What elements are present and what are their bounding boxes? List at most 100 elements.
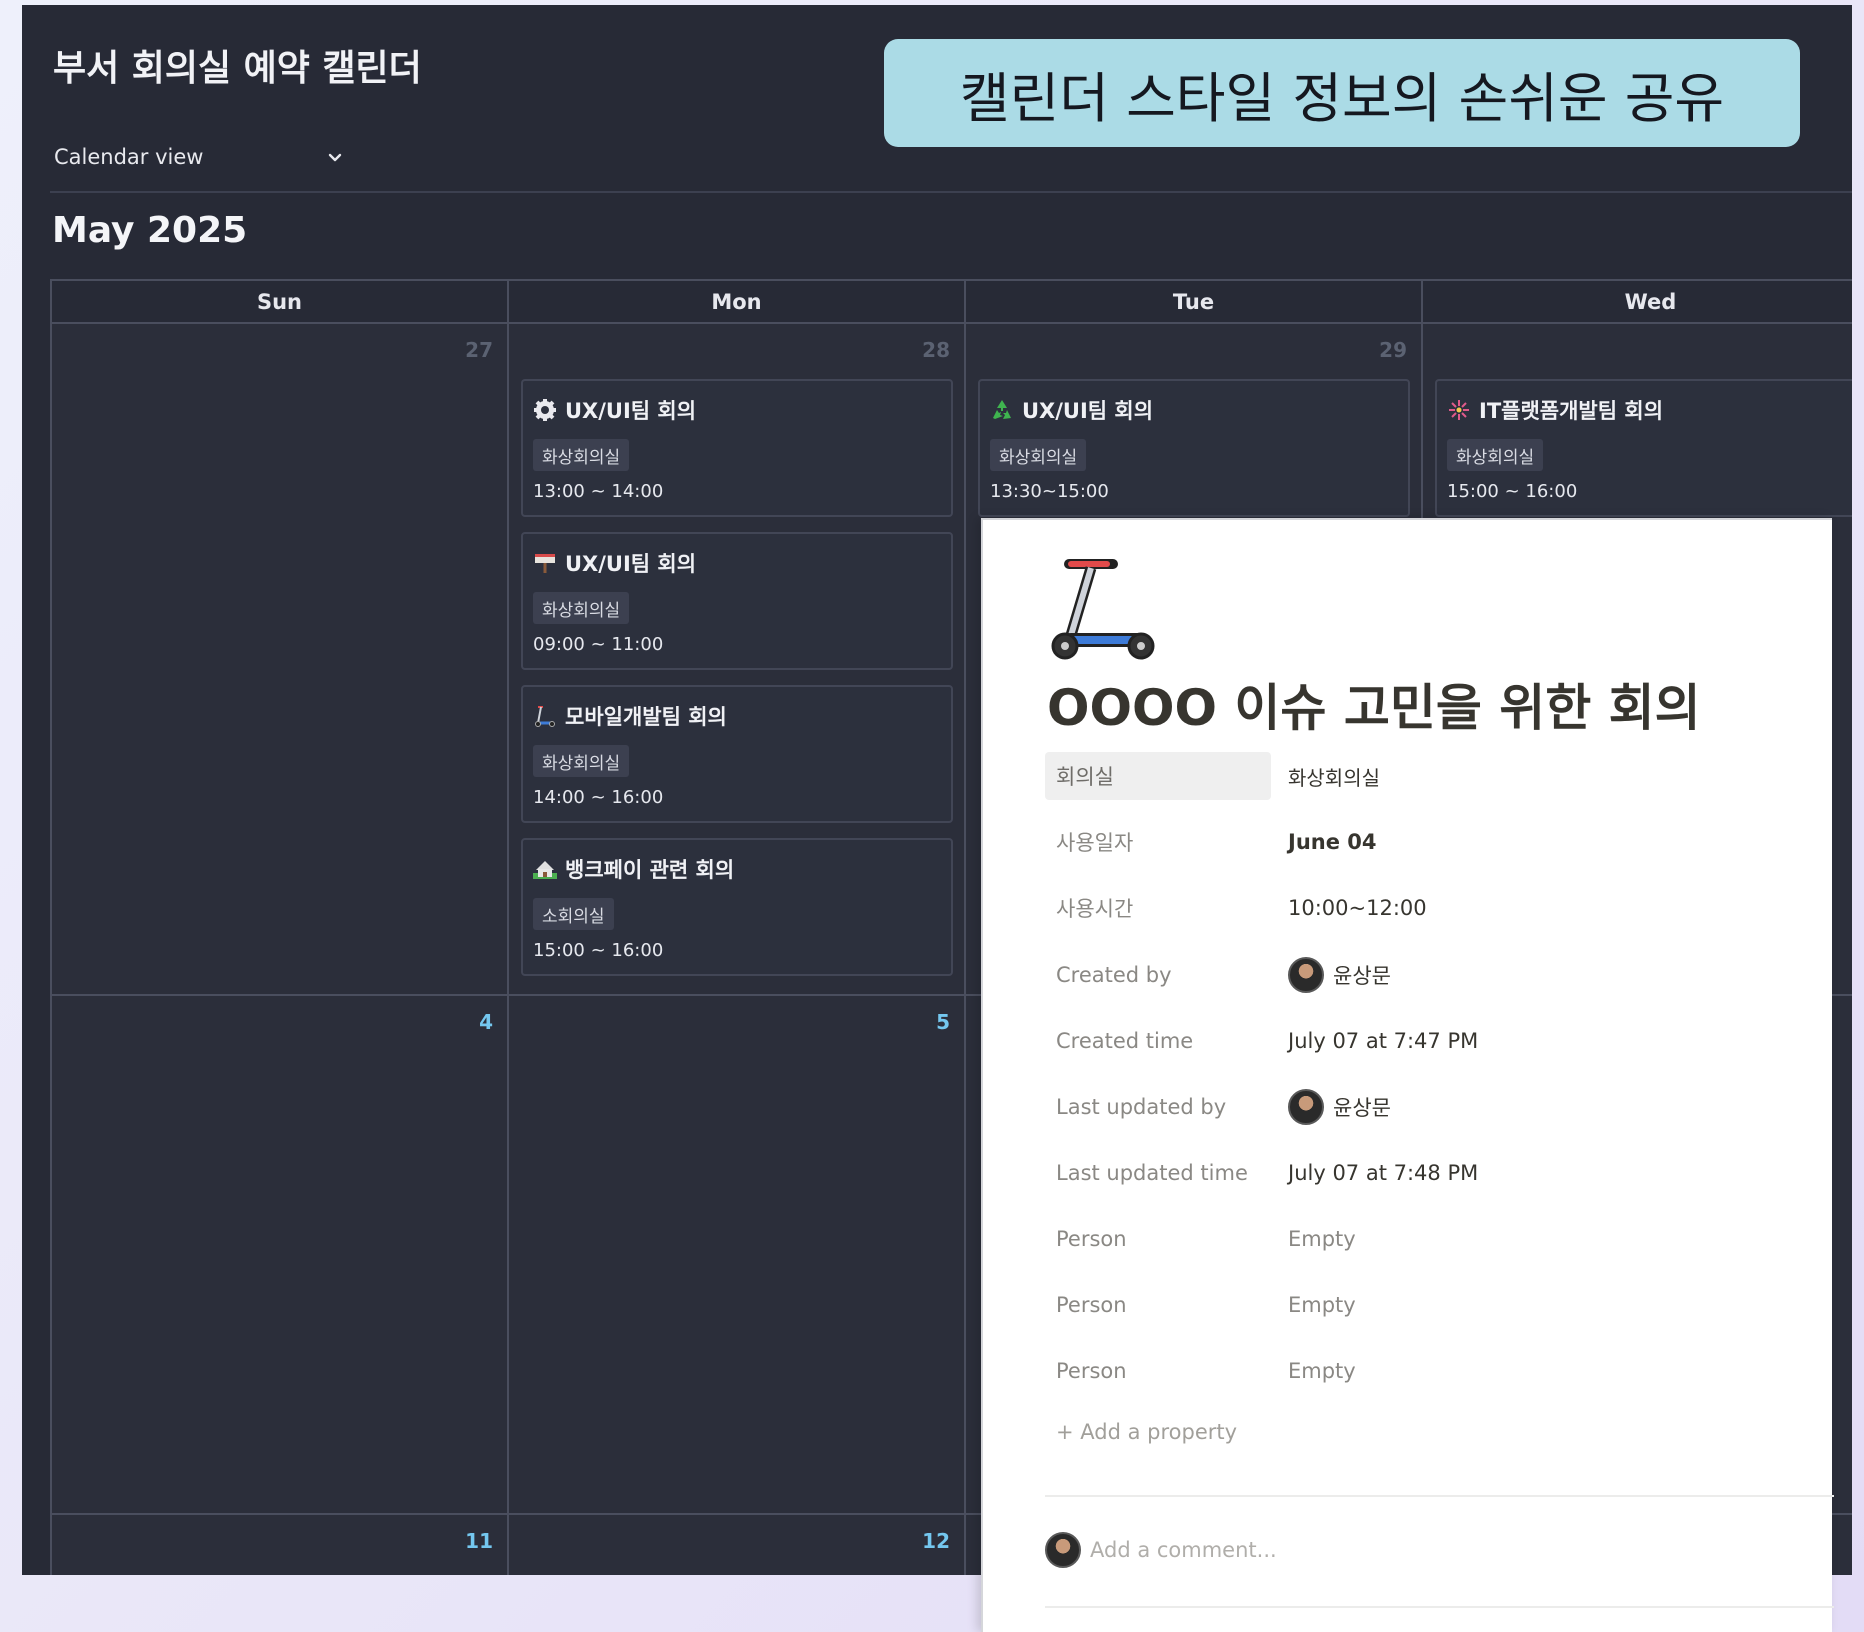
day-number: 27	[465, 338, 493, 362]
day-cell-27[interactable]: 27	[50, 322, 509, 996]
scooter-icon	[535, 706, 555, 727]
event-card[interactable]: UX/UI팀 회의 화상회의실 13:00 ~ 14:00	[521, 379, 953, 517]
room-tag: 화상회의실	[1447, 439, 1544, 471]
day-cell-5[interactable]: 5	[507, 994, 966, 1515]
event-title: IT플랫폼개발팀 회의	[1447, 395, 1663, 425]
property-value: 윤상문	[1288, 1083, 1391, 1131]
room-tag: 화상회의실	[533, 592, 630, 624]
event-time: 15:00 ~ 16:00	[533, 940, 664, 961]
event-card[interactable]: UX/UI팀 회의 화상회의실 13:30~15:00	[978, 379, 1410, 517]
property-label: 사용시간	[1056, 897, 1134, 921]
property-value[interactable]: Empty	[1288, 1215, 1356, 1263]
day-number: 28	[922, 338, 950, 362]
property-row[interactable]: 사용시간 10:00~12:00	[1045, 884, 1805, 932]
event-title: UX/UI팀 회의	[533, 548, 696, 578]
firework-icon	[1449, 400, 1469, 420]
day-number: 5	[936, 1010, 950, 1034]
event-card[interactable]: 모바일개발팀 회의 화상회의실 14:00 ~ 16:00	[521, 685, 953, 823]
weekday-wed: Wed	[1421, 279, 1852, 324]
gear-icon	[534, 399, 556, 421]
event-title: UX/UI팀 회의	[533, 395, 696, 425]
page-title: 부서 회의실 예약 캘린더	[53, 48, 422, 89]
room-tag: 화상회의실	[533, 439, 630, 471]
signpost-icon	[535, 554, 555, 573]
panel-divider	[1045, 1606, 1834, 1608]
event-title-text: UX/UI팀 회의	[565, 552, 697, 576]
event-title: 뱅크페이 관련 회의	[533, 854, 734, 884]
day-number: 12	[922, 1529, 950, 1553]
event-time: 09:00 ~ 11:00	[533, 634, 664, 655]
property-value[interactable]: Empty	[1288, 1347, 1356, 1395]
weekday-tue: Tue	[964, 279, 1423, 324]
panel-divider	[1045, 1495, 1834, 1497]
event-title-text: 모바일개발팀 회의	[565, 705, 727, 729]
property-label: Person	[1056, 1359, 1127, 1383]
comment-input[interactable]	[1090, 1538, 1690, 1562]
feature-banner: 캘린더 스타일 정보의 손쉬운 공유	[884, 39, 1800, 147]
property-value: 10:00~12:00	[1288, 896, 1427, 920]
header-divider	[50, 191, 1852, 193]
property-row[interactable]: Last updated time July 07 at 7:48 PM	[1045, 1149, 1805, 1197]
property-label: Last updated by	[1056, 1095, 1227, 1119]
day-cell-4[interactable]: 4	[50, 994, 509, 1515]
event-time: 13:30~15:00	[990, 481, 1109, 502]
weekday-sun: Sun	[50, 279, 509, 324]
event-detail-panel: OOOO 이슈 고민을 위한 회의 회의실 화상회의실 사용일자 June 04…	[981, 518, 1834, 1632]
room-tag: 화상회의실	[533, 745, 630, 777]
property-row[interactable]: Person Empty	[1045, 1281, 1805, 1329]
event-title-text: IT플랫폼개발팀 회의	[1479, 399, 1664, 423]
property-value: 윤상문	[1288, 951, 1391, 999]
add-property-button[interactable]: + Add a property	[1056, 1420, 1237, 1444]
event-detail-title: OOOO 이슈 고민을 위한 회의	[1047, 679, 1701, 737]
property-row[interactable]: Person Empty	[1045, 1347, 1805, 1395]
user-name: 윤상문	[1333, 1096, 1391, 1120]
view-selector-label: Calendar view	[54, 145, 204, 169]
day-cell-28[interactable]: 28 UX/UI팀 회의 화상회의실 13:00 ~ 14:00 UX/UI팀 …	[507, 322, 966, 996]
property-row[interactable]: 사용일자 June 04	[1045, 818, 1805, 866]
event-title: 모바일개발팀 회의	[533, 701, 727, 731]
property-value[interactable]: Empty	[1288, 1281, 1356, 1329]
comment-row	[1045, 1532, 1690, 1568]
day-number: 11	[465, 1529, 493, 1553]
day-cell-11[interactable]: 11	[50, 1513, 509, 1575]
property-value: 화상회의실	[1288, 765, 1380, 790]
month-title: May 2025	[52, 210, 248, 251]
day-number: 4	[479, 1010, 493, 1034]
event-title-text: UX/UI팀 회의	[1022, 399, 1154, 423]
event-card[interactable]: 뱅크페이 관련 회의 소회의실 15:00 ~ 16:00	[521, 838, 953, 976]
property-row[interactable]: Person Empty	[1045, 1215, 1805, 1263]
property-label: 사용일자	[1056, 831, 1134, 855]
house-icon	[533, 861, 557, 879]
event-time: 13:00 ~ 14:00	[533, 481, 664, 502]
event-title-text: UX/UI팀 회의	[565, 399, 697, 423]
property-label: Created time	[1056, 1029, 1194, 1053]
property-value: July 07 at 7:48 PM	[1288, 1161, 1479, 1185]
avatar	[1045, 1532, 1081, 1568]
weekday-header: Sun Mon Tue Wed	[50, 279, 1852, 324]
event-time: 14:00 ~ 16:00	[533, 787, 664, 808]
recycle-icon	[993, 400, 1011, 419]
property-value: June 04	[1288, 830, 1377, 854]
day-cell-12[interactable]: 12	[507, 1513, 966, 1575]
event-title: UX/UI팀 회의	[990, 395, 1153, 425]
property-label: Last updated time	[1056, 1161, 1248, 1185]
user-name: 윤상문	[1333, 964, 1391, 988]
event-card[interactable]: IT플랫폼개발팀 회의 화상회의실 15:00 ~ 16:00	[1435, 379, 1852, 517]
property-label: 회의실	[1045, 752, 1271, 800]
event-time: 15:00 ~ 16:00	[1447, 481, 1578, 502]
property-row[interactable]: Last updated by 윤상문	[1045, 1083, 1805, 1131]
event-card[interactable]: UX/UI팀 회의 화상회의실 09:00 ~ 11:00	[521, 532, 953, 670]
property-label: Person	[1056, 1227, 1127, 1251]
avatar	[1288, 1089, 1324, 1125]
property-label: Created by	[1056, 963, 1172, 987]
room-tag: 소회의실	[533, 898, 614, 930]
avatar	[1288, 957, 1324, 993]
property-row[interactable]: Created by 윤상문	[1045, 951, 1805, 999]
weekday-mon: Mon	[507, 279, 966, 324]
property-value: July 07 at 7:47 PM	[1288, 1029, 1479, 1053]
event-title-text: 뱅크페이 관련 회의	[565, 858, 735, 882]
property-row[interactable]: 회의실 화상회의실	[1045, 752, 1805, 800]
property-row[interactable]: Created time July 07 at 7:47 PM	[1045, 1017, 1805, 1065]
view-selector[interactable]: Calendar view	[54, 137, 344, 177]
scooter-icon	[1051, 559, 1155, 660]
